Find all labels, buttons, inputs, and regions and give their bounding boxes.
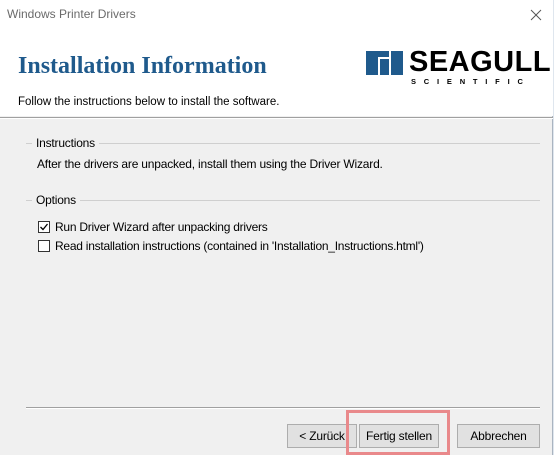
window-title: Windows Printer Drivers [7, 7, 136, 21]
installer-window: Windows Printer Drivers Installation Inf… [0, 0, 553, 455]
seagull-logo-icon [366, 51, 403, 75]
back-button[interactable]: < Zurück [287, 424, 357, 448]
instructions-text: After the drivers are unpacked, install … [37, 157, 383, 171]
options-group-label: Options [32, 193, 80, 207]
run-wizard-checkbox[interactable] [38, 221, 50, 233]
cancel-button[interactable]: Abbrechen [457, 424, 540, 448]
checkmark-icon [40, 223, 49, 231]
header-divider [0, 117, 553, 119]
read-instructions-checkbox[interactable] [38, 240, 50, 252]
seagull-logo: SEAGULL SCIENTIFIC [366, 46, 552, 86]
title-bar[interactable]: Windows Printer Drivers [0, 0, 553, 30]
close-button[interactable] [519, 0, 553, 30]
page-subtitle: Follow the instructions below to install… [18, 96, 280, 108]
read-instructions-label: Read installation instructions (containe… [55, 239, 424, 253]
run-wizard-label: Run Driver Wizard after unpacking driver… [55, 220, 268, 234]
close-icon [530, 9, 542, 21]
logo-subtitle: SCIENTIFIC [411, 77, 531, 86]
wizard-header: Installation Information Follow the inst… [0, 30, 553, 116]
footer-divider [26, 407, 540, 409]
run-wizard-option[interactable]: Run Driver Wizard after unpacking driver… [38, 220, 268, 234]
read-instructions-option[interactable]: Read installation instructions (containe… [38, 239, 424, 253]
instructions-group: Instructions [26, 136, 540, 154]
logo-wordmark: SEAGULL [409, 46, 552, 78]
instructions-group-label: Instructions [32, 136, 99, 150]
finish-button[interactable]: Fertig stellen [359, 424, 439, 448]
page-title: Installation Information [18, 53, 267, 79]
options-group: Options [26, 193, 540, 211]
